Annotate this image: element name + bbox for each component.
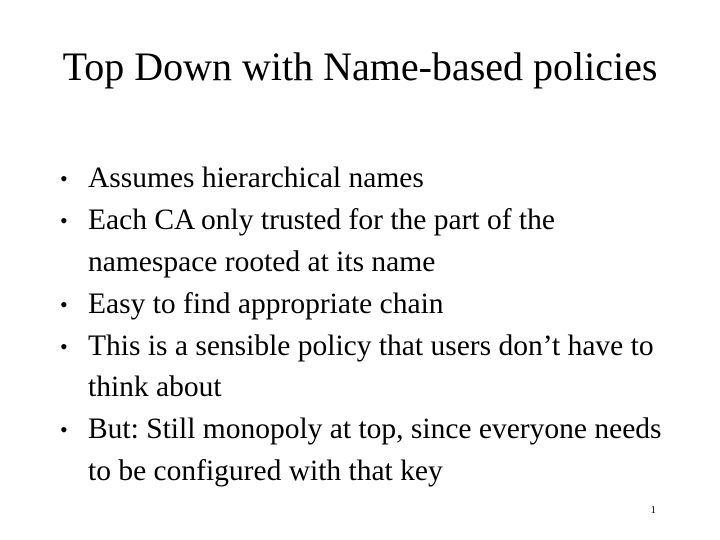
bullet-dot-icon: •: [60, 208, 68, 233]
list-item-text: Each CA only trusted for the part of the…: [88, 204, 555, 278]
bullet-dot-icon: •: [60, 291, 68, 317]
list-item-text: But: Still monopoly at top, since everyo…: [88, 413, 662, 487]
page-title: Top Down with Name-based policies: [62, 44, 658, 89]
presentation-slide: Top Down with Name-based policies • Assu…: [0, 0, 720, 540]
list-item-text: Easy to find appropriate chain: [88, 287, 444, 320]
list-item: • Each CA only trusted for the part of t…: [46, 200, 686, 283]
bullet-dot-icon: •: [60, 333, 68, 359]
bullet-dot-icon: •: [60, 417, 68, 442]
bullet-list: • Assumes hierarchical names • Each CA o…: [46, 158, 686, 493]
list-item-text: This is a sensible policy that users don…: [88, 329, 654, 404]
list-item: • Easy to find appropriate chain: [46, 284, 686, 326]
page-number: 1: [650, 504, 657, 516]
list-item: • This is a sensible policy that users d…: [46, 326, 686, 409]
list-item: • But: Still monopoly at top, since ever…: [46, 409, 686, 492]
list-item: • Assumes hierarchical names: [46, 158, 686, 200]
list-item-text: Assumes hierarchical names: [88, 162, 424, 194]
bullet-dot-icon: •: [60, 166, 68, 191]
